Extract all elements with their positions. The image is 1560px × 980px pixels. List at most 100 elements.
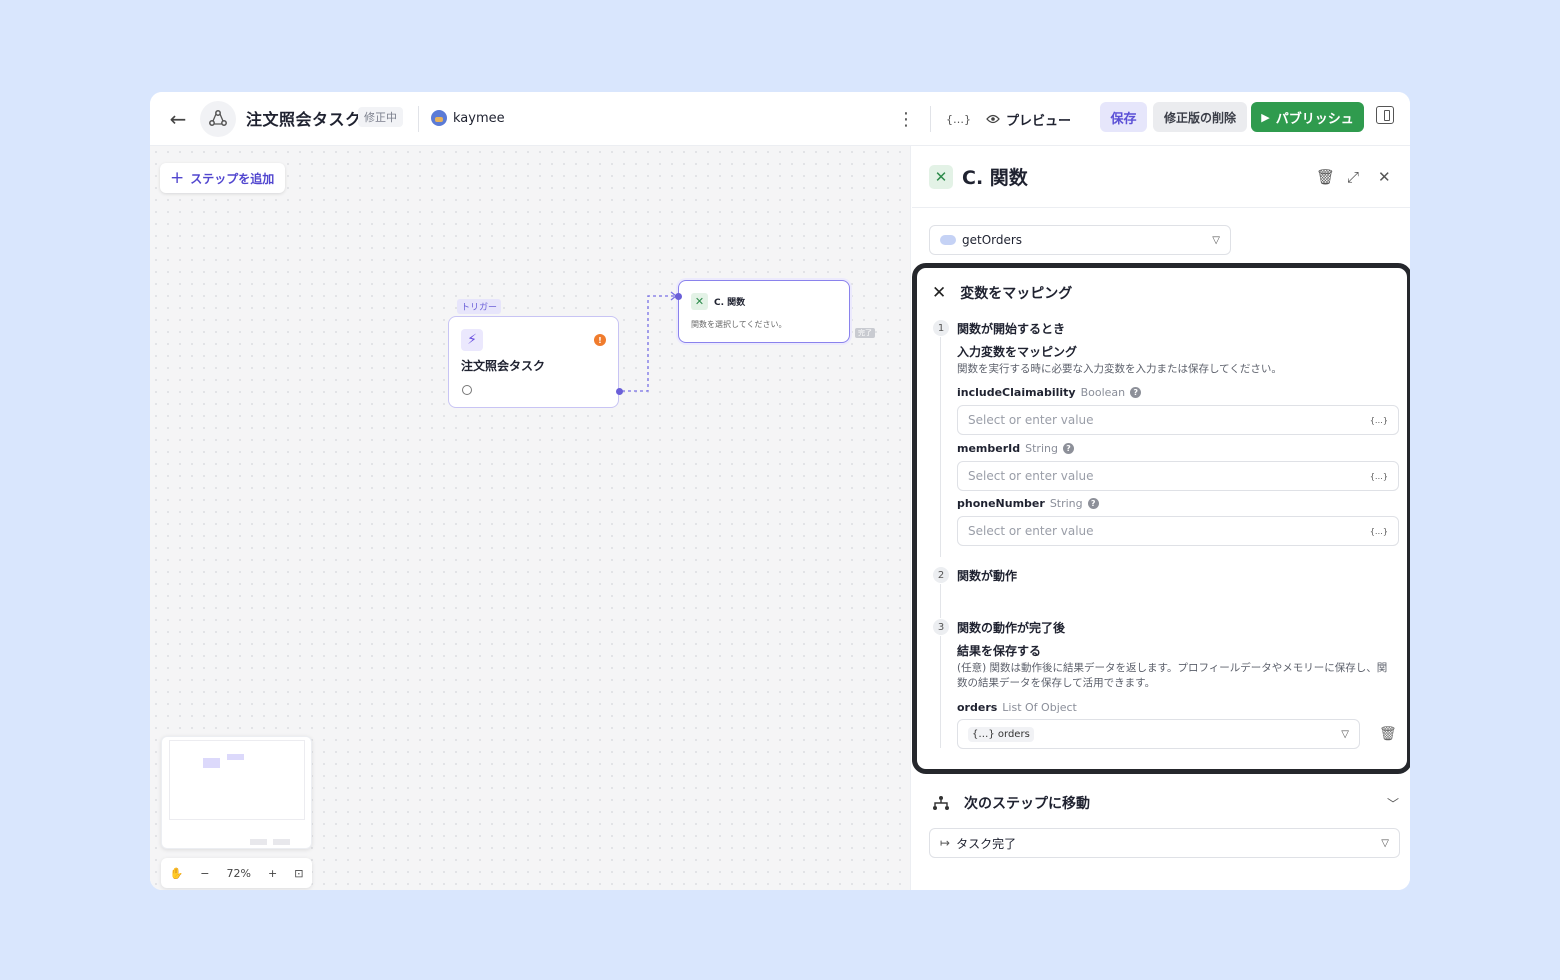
page-title: 注文照会タスク	[246, 110, 362, 129]
mapping-section-title: ✕ 変数をマッピング	[932, 283, 1072, 303]
step-title: 関数の動作が完了後	[957, 621, 1066, 635]
orders-select[interactable]: {…} orders ▽	[957, 719, 1360, 749]
field-name: memberId	[957, 442, 1021, 455]
next-step-section[interactable]: 次のステップに移動 ﹀	[932, 793, 1399, 813]
minimap-node	[273, 839, 290, 845]
phone-number-input[interactable]: Select or enter value {…}	[957, 516, 1399, 546]
avatar	[431, 110, 447, 126]
field-type: List Of Object	[1002, 701, 1077, 714]
exit-icon: ↦	[940, 836, 951, 850]
next-step-value: タスク完了	[956, 836, 1017, 851]
eye-icon	[986, 114, 1000, 124]
step-title: 関数が動作	[957, 569, 1018, 583]
input-port[interactable]	[675, 293, 682, 300]
step-description: (任意) 関数は動作後に結果データを返します。プロフィールデータやメモリーに保存…	[957, 662, 1388, 689]
expand-icon[interactable]: ⤢	[1347, 168, 1359, 186]
selected-function: getOrders	[962, 233, 1023, 247]
save-button[interactable]: 保存	[1100, 102, 1147, 132]
chevron-down-icon: ﹀	[1387, 796, 1400, 811]
preview-button[interactable]: プレビュー	[986, 106, 1071, 132]
function-node-title: C. 関数	[714, 298, 746, 308]
step-title: 関数が開始するとき	[957, 322, 1066, 336]
step-connector	[940, 636, 941, 748]
workflow-canvas[interactable]: + ステップを追加 トリガー ⚡ ! 注文照会タスク ✕ C. 関数 関数を選択…	[150, 146, 911, 890]
field-name: phoneNumber	[957, 497, 1045, 510]
trigger-node-label: 注文照会タスク	[461, 359, 546, 373]
mapping-section-label: 変数をマッピング	[960, 286, 1073, 302]
step-description: 関数を実行する時に必要な入力変数を入力または保存してください。	[957, 363, 1282, 375]
include-claimability-input[interactable]: Select or enter value {…}	[957, 405, 1399, 435]
user-name: kaymee	[453, 110, 505, 126]
close-icon[interactable]: ✕	[1378, 168, 1391, 186]
minimap[interactable]	[161, 736, 312, 849]
minimap-node	[250, 839, 267, 845]
help-icon[interactable]: ?	[1062, 443, 1074, 454]
delete-revision-button[interactable]: 修正版の削除	[1153, 102, 1247, 132]
member-id-input[interactable]: Select or enter value {…}	[957, 461, 1399, 491]
variable-picker-icon[interactable]: {…}	[1370, 416, 1388, 425]
panel-toggle-icon[interactable]	[1376, 106, 1394, 124]
minimap-node	[203, 758, 220, 768]
zoom-level: 72%	[226, 866, 251, 880]
input-placeholder: Select or enter value	[968, 524, 1094, 538]
step-number: 1	[933, 320, 949, 336]
zoom-out-icon[interactable]: −	[200, 867, 209, 880]
function-node[interactable]: ✕ C. 関数 関数を選択してください。	[678, 280, 850, 343]
chevron-down-icon: ▽	[1212, 234, 1220, 246]
input-placeholder: Select or enter value	[968, 469, 1094, 483]
trash-icon[interactable]: 🗑	[1379, 726, 1397, 742]
chat-icon	[462, 385, 472, 395]
panel-header: ✕ C. 関数 🗑 ⤢ ✕	[912, 146, 1410, 208]
variable-picker-icon[interactable]: {…}	[1370, 472, 1388, 481]
field-label: orders List Of Object	[957, 701, 1077, 714]
trigger-tag: トリガー	[457, 299, 502, 314]
zoom-in-icon[interactable]: +	[268, 867, 277, 880]
publish-label: パブリッシュ	[1275, 111, 1354, 127]
field-type: String	[1025, 442, 1058, 455]
function-icon: ✕	[929, 165, 953, 189]
back-arrow-icon[interactable]: ←	[164, 105, 192, 133]
preview-label: プレビュー	[1006, 113, 1072, 129]
divider	[930, 106, 931, 132]
chevron-down-icon: ▽	[1381, 837, 1389, 849]
step-subtitle: 入力変数をマッピング	[957, 345, 1078, 359]
play-icon: ▶	[1261, 110, 1270, 124]
variable-picker-icon[interactable]: {…}	[1370, 527, 1388, 536]
done-tag: 完了	[855, 328, 875, 338]
bolt-icon: ⚡	[461, 329, 483, 351]
top-bar: ← 注文照会タスク 修正中 kaymee ⋮ {…} プレビュー 保存 修正版の…	[150, 92, 1410, 146]
branch-icon	[933, 796, 949, 810]
variable-chip: {…} orders	[968, 726, 1034, 742]
publish-button[interactable]: ▶ パブリッシュ	[1251, 102, 1364, 132]
help-icon[interactable]: ?	[1130, 387, 1142, 398]
minimap-viewport	[169, 740, 305, 820]
hand-icon[interactable]: ✋	[170, 867, 184, 880]
zoom-controls: ✋ − 72% + ⊡	[161, 858, 312, 888]
panel-title: C. 関数	[962, 167, 1028, 189]
minimap-node	[227, 754, 244, 760]
input-placeholder: Select or enter value	[968, 413, 1094, 427]
trigger-node[interactable]: ⚡ ! 注文照会タスク	[448, 316, 619, 408]
help-icon[interactable]: ?	[1087, 498, 1099, 509]
app-logo-icon	[200, 101, 236, 137]
chevron-down-icon: ▽	[1341, 728, 1349, 740]
more-menu-icon[interactable]: ⋮	[897, 106, 915, 132]
app-window: ← 注文照会タスク 修正中 kaymee ⋮ {…} プレビュー 保存 修正版の…	[150, 92, 1410, 890]
function-icon: ✕	[691, 293, 708, 310]
function-node-subtitle: 関数を選択してください。	[691, 320, 787, 329]
step-connector	[940, 584, 941, 618]
tools-icon: ✕	[932, 283, 947, 303]
user-chip[interactable]: kaymee	[431, 107, 505, 129]
field-label: memberId String ?	[957, 442, 1074, 455]
output-port[interactable]	[616, 388, 623, 395]
next-step-select[interactable]: ↦ タスク完了 ▽	[929, 828, 1400, 858]
variable-chip-label: orders	[997, 728, 1030, 740]
next-step-label: 次のステップに移動	[964, 796, 1090, 812]
function-logo-icon	[940, 235, 956, 245]
step-number: 3	[933, 619, 949, 635]
field-label: includeClaimability Boolean ?	[957, 386, 1142, 399]
trash-icon[interactable]: 🗑	[1316, 168, 1335, 186]
fit-view-icon[interactable]: ⊡	[294, 867, 303, 880]
variables-icon[interactable]: {…}	[946, 108, 971, 130]
function-select[interactable]: getOrders ▽	[929, 225, 1231, 255]
